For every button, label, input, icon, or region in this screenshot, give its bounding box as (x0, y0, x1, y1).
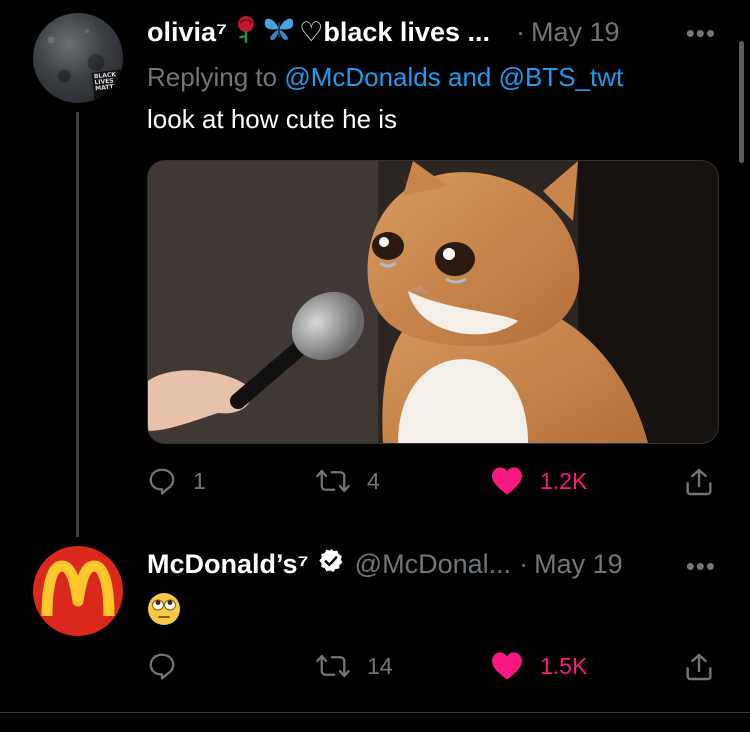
tweet-header: McDonald’s⁷ @McDonal... · May 19 (147, 547, 623, 582)
tweet-actions: 14 1.5K (0, 651, 750, 691)
retweet-icon (315, 466, 351, 496)
reply-icon (147, 466, 177, 496)
crying-cat-illustration (148, 161, 718, 443)
share-button[interactable] (683, 651, 715, 683)
verified-icon (317, 547, 345, 582)
more-options-icon[interactable]: ••• (686, 18, 716, 49)
reply-button[interactable] (147, 651, 193, 681)
replying-to: Replying to @McDonalds and @BTS_twt (147, 62, 623, 93)
butterfly-icon (263, 16, 295, 49)
like-count: 1.5K (540, 652, 588, 679)
avatar[interactable]: BLACK LIVES MATTER (33, 13, 123, 103)
tweet-date[interactable]: May 19 (534, 549, 623, 580)
like-button[interactable]: 1.2K (490, 466, 587, 496)
reply-button[interactable]: 1 (147, 466, 206, 496)
replying-to-label: Replying to (147, 62, 278, 92)
like-icon (490, 651, 524, 681)
separator-dot: · (515, 17, 525, 47)
display-name[interactable]: olivia⁷ (147, 17, 227, 48)
reply-icon (147, 651, 177, 681)
tweet-text: look at how cute he is (147, 104, 398, 134)
retweet-button[interactable]: 4 (315, 466, 380, 496)
tweet-image-crying-cat[interactable] (147, 160, 719, 444)
divider (0, 712, 750, 713)
display-name[interactable]: McDonald’s⁷ (147, 549, 309, 580)
tweet-actions: 1 4 1.2K (0, 466, 750, 506)
share-icon (683, 466, 715, 498)
blm-sign-icon: BLACK LIVES MATTER (91, 69, 123, 103)
tweet-date[interactable]: May 19 (531, 17, 620, 48)
scrollbar[interactable] (739, 41, 744, 163)
rose-icon (235, 14, 257, 51)
avatar[interactable] (33, 546, 123, 636)
like-button[interactable]: 1.5K (490, 651, 587, 681)
tweet-header: olivia⁷ ♡black lives ... · May 19 (147, 14, 620, 51)
handle[interactable]: @McDonal... (355, 549, 511, 580)
separator-dot: · (519, 549, 529, 579)
display-name-suffix: ♡black lives ... (299, 17, 490, 47)
retweet-count: 4 (367, 467, 380, 494)
retweet-icon (315, 651, 351, 681)
golden-arches-icon (41, 560, 115, 617)
replying-to-handles[interactable]: @McDonalds and @BTS_twt (284, 62, 623, 92)
like-icon (490, 466, 524, 496)
eye-roll-emoji (147, 592, 181, 626)
share-icon (683, 651, 715, 683)
retweet-button[interactable]: 14 (315, 651, 393, 681)
like-count: 1.2K (540, 467, 588, 494)
reply-count: 1 (193, 467, 206, 494)
retweet-count: 14 (367, 652, 393, 679)
more-options-icon[interactable]: ••• (686, 551, 716, 582)
share-button[interactable] (683, 466, 715, 498)
